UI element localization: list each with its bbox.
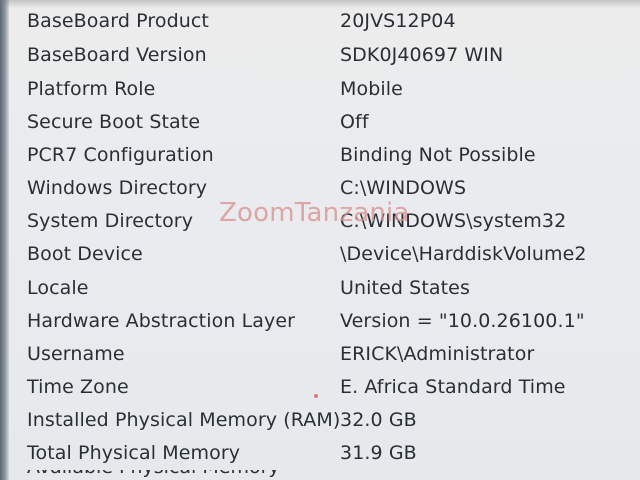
row-label: Username <box>27 343 125 365</box>
red-dot-mark <box>314 394 318 398</box>
row-label: Secure Boot State <box>27 111 201 133</box>
row-label: System Directory <box>27 210 194 232</box>
row-value: 32.0 GB <box>340 409 417 431</box>
row-label: BaseBoard Version <box>27 44 207 66</box>
partial-row-label: Available Physical Memory <box>27 470 277 478</box>
row-value: Binding Not Possible <box>340 144 536 166</box>
row-label: Hardware Abstraction Layer <box>27 310 296 332</box>
row-label: BaseBoard Product <box>27 10 209 32</box>
row-label: Locale <box>27 277 89 299</box>
row-value: Version = "10.0.26100.1" <box>340 310 585 332</box>
row-value: C:\WINDOWS <box>340 177 467 199</box>
system-information-screen: BaseBoard Product 20JVS12P04 BaseBoard V… <box>0 0 640 480</box>
row-value: 31.9 GB <box>340 442 417 464</box>
table-row[interactable]: Installed Physical Memory (RAM) 32.0 GB <box>0 405 640 439</box>
row-value: Off <box>340 111 369 133</box>
row-value: ERICK\Administrator <box>340 343 535 365</box>
table-row[interactable]: Time Zone E. Africa Standard Time <box>0 372 640 406</box>
watermark-text: ZoomTanzania <box>219 198 410 228</box>
table-row[interactable]: Total Physical Memory 31.9 GB <box>0 438 640 472</box>
table-row[interactable]: Platform Role Mobile <box>0 74 640 108</box>
row-value: \Device\HarddiskVolume2 <box>340 243 587 265</box>
row-value: SDK0J40697 WIN <box>340 44 504 66</box>
table-row[interactable]: Hardware Abstraction Layer Version = "10… <box>0 306 640 340</box>
row-label: Installed Physical Memory (RAM) <box>27 409 341 431</box>
table-row[interactable]: BaseBoard Product 20JVS12P04 <box>0 6 640 40</box>
row-value: United States <box>340 277 470 299</box>
row-label: Total Physical Memory <box>27 442 241 464</box>
row-value: 20JVS12P04 <box>340 10 456 32</box>
row-value: E. Africa Standard Time <box>340 376 566 398</box>
row-label: Boot Device <box>27 243 143 265</box>
row-label: Windows Directory <box>27 177 208 199</box>
partial-table-row[interactable]: Available Physical Memory <box>27 470 277 480</box>
row-label: PCR7 Configuration <box>27 144 214 166</box>
row-label: Platform Role <box>27 78 156 100</box>
table-row[interactable]: Username ERICK\Administrator <box>0 339 640 373</box>
table-row[interactable]: PCR7 Configuration Binding Not Possible <box>0 140 640 174</box>
row-value: Mobile <box>340 78 403 100</box>
table-row[interactable]: Secure Boot State Off <box>0 107 640 141</box>
table-row[interactable]: Boot Device \Device\HarddiskVolume2 <box>0 239 640 273</box>
table-row[interactable]: BaseBoard Version SDK0J40697 WIN <box>0 40 640 74</box>
table-row[interactable]: Locale United States <box>0 273 640 307</box>
row-label: Time Zone <box>27 376 129 398</box>
